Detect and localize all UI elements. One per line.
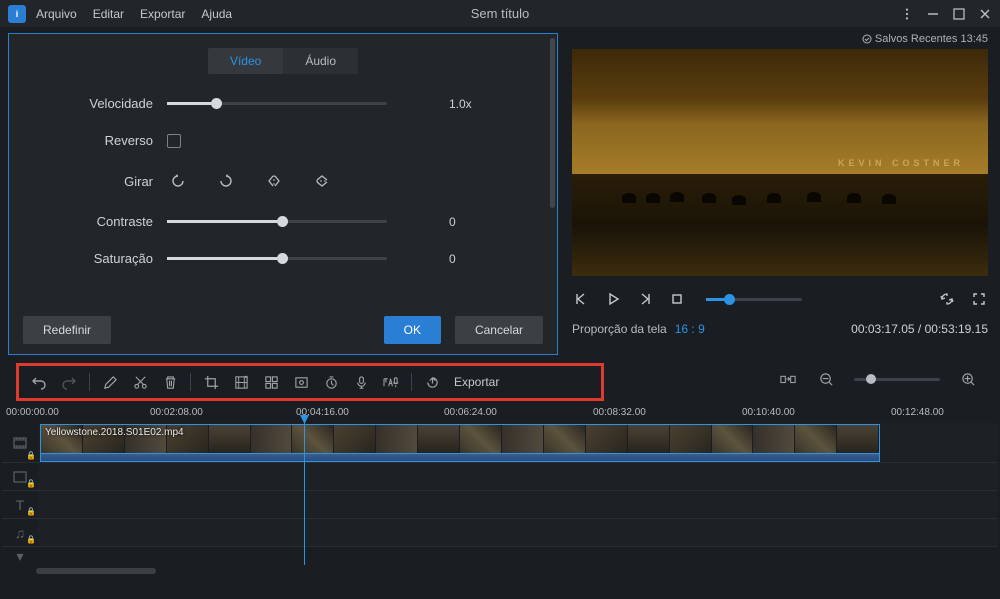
video-preview: KEVIN COSTNER bbox=[572, 49, 988, 276]
saturation-label: Saturação bbox=[27, 251, 167, 266]
clip-audio-wave bbox=[40, 454, 880, 462]
reverse-checkbox[interactable] bbox=[167, 134, 181, 148]
export-label[interactable]: Exportar bbox=[454, 375, 499, 389]
clip-filename: Yellowstone.2018.S01E02.mp4 bbox=[45, 427, 184, 438]
menu-help[interactable]: Ajuda bbox=[201, 7, 232, 21]
playhead[interactable] bbox=[304, 423, 305, 565]
crop-icon[interactable] bbox=[201, 372, 221, 392]
voice-icon[interactable] bbox=[351, 372, 371, 392]
rotate-label: Girar bbox=[27, 174, 167, 189]
fit-icon[interactable] bbox=[778, 369, 798, 389]
volume-slider[interactable] bbox=[706, 298, 802, 301]
aspect-value[interactable]: 16 : 9 bbox=[675, 322, 705, 336]
speed-time-icon[interactable] bbox=[321, 372, 341, 392]
speed-label: Velocidade bbox=[27, 96, 167, 111]
video-track-icon[interactable]: 🔒 bbox=[2, 423, 38, 463]
title-bar: i Arquivo Editar Exportar Ajuda Sem títu… bbox=[0, 0, 1000, 27]
preview-credit-text: KEVIN COSTNER bbox=[838, 158, 964, 168]
more-icon[interactable] bbox=[900, 7, 914, 21]
delete-icon[interactable] bbox=[160, 372, 180, 392]
ruler-tick: 00:00:00.00 bbox=[6, 407, 59, 418]
saved-status: Salvos Recentes 13:45 bbox=[572, 33, 988, 45]
reverse-label: Reverso bbox=[27, 133, 167, 148]
cut-icon[interactable] bbox=[130, 372, 150, 392]
collapse-tracks-icon[interactable]: ▾ bbox=[2, 547, 38, 565]
reset-button[interactable]: Redefinir bbox=[23, 316, 111, 344]
overlay-track[interactable] bbox=[38, 463, 998, 491]
text-track[interactable] bbox=[38, 491, 998, 519]
timeline-scrollbar[interactable] bbox=[2, 567, 998, 575]
zoom-in-icon[interactable] bbox=[958, 369, 978, 389]
fullscreen-icon[interactable] bbox=[970, 290, 988, 308]
document-title: Sem título bbox=[471, 6, 530, 21]
text-track-icon[interactable]: T🔒 bbox=[2, 491, 38, 519]
ruler-tick: 00:06:24.00 bbox=[444, 407, 497, 418]
ruler-tick: 00:02:08.00 bbox=[150, 407, 203, 418]
saturation-slider[interactable] bbox=[167, 257, 387, 260]
time-ruler[interactable]: 00:00:00.00 00:02:08.00 00:04:16.00 00:0… bbox=[2, 407, 998, 423]
video2-track-icon[interactable]: 🔒 bbox=[2, 463, 38, 491]
contrast-value: 0 bbox=[449, 215, 456, 229]
timecode: 00:03:17.05 / 00:53:19.15 bbox=[851, 322, 988, 336]
tab-audio[interactable]: Áudio bbox=[283, 48, 358, 74]
speed-value: 1.0x bbox=[449, 97, 472, 111]
next-frame-button[interactable] bbox=[636, 290, 654, 308]
speed-slider[interactable] bbox=[167, 102, 387, 105]
ruler-tick: 00:12:48.00 bbox=[891, 407, 944, 418]
edit-icon[interactable] bbox=[100, 372, 120, 392]
export-icon[interactable] bbox=[422, 372, 442, 392]
aspect-label: Proporção da tela bbox=[572, 322, 667, 336]
maximize-icon[interactable] bbox=[952, 7, 966, 21]
redo-icon[interactable] bbox=[59, 372, 79, 392]
ok-button[interactable]: OK bbox=[384, 316, 441, 344]
video-clip[interactable]: Yellowstone.2018.S01E02.mp4 bbox=[40, 424, 880, 454]
flip-horizontal-icon[interactable] bbox=[263, 170, 285, 192]
timeline: 00:00:00.00 00:02:08.00 00:04:16.00 00:0… bbox=[0, 403, 1000, 575]
tab-video[interactable]: Vídeo bbox=[208, 48, 283, 74]
close-icon[interactable] bbox=[978, 7, 992, 21]
video-track[interactable]: Yellowstone.2018.S01E02.mp4 bbox=[38, 423, 998, 463]
grid-icon[interactable] bbox=[261, 372, 281, 392]
saturation-value: 0 bbox=[449, 252, 456, 266]
editing-toolbar: Exportar bbox=[16, 363, 604, 401]
main-menu: Arquivo Editar Exportar Ajuda bbox=[36, 7, 232, 21]
pip-icon[interactable] bbox=[291, 372, 311, 392]
contrast-slider[interactable] bbox=[167, 220, 387, 223]
cancel-button[interactable]: Cancelar bbox=[455, 316, 543, 344]
minimize-icon[interactable] bbox=[926, 7, 940, 21]
tts-icon[interactable] bbox=[381, 372, 401, 392]
panel-scrollbar[interactable] bbox=[550, 38, 555, 208]
video-options-panel: Vídeo Áudio Velocidade 1.0x Reverso Gira… bbox=[8, 33, 558, 355]
audio-track-icon[interactable]: ♫🔒 bbox=[2, 519, 38, 547]
ruler-tick: 00:10:40.00 bbox=[742, 407, 795, 418]
zoom-out-icon[interactable] bbox=[816, 369, 836, 389]
mosaic-icon[interactable] bbox=[231, 372, 251, 392]
audio-track[interactable] bbox=[38, 519, 998, 547]
rotate-ccw-icon[interactable] bbox=[167, 170, 189, 192]
rotate-cw-icon[interactable] bbox=[215, 170, 237, 192]
snapshot-icon[interactable] bbox=[938, 290, 956, 308]
app-logo-icon: i bbox=[8, 5, 26, 23]
menu-export[interactable]: Exportar bbox=[140, 7, 185, 21]
stop-button[interactable] bbox=[668, 290, 686, 308]
menu-file[interactable]: Arquivo bbox=[36, 7, 77, 21]
undo-icon[interactable] bbox=[29, 372, 49, 392]
prev-frame-button[interactable] bbox=[572, 290, 590, 308]
flip-vertical-icon[interactable] bbox=[311, 170, 333, 192]
menu-edit[interactable]: Editar bbox=[93, 7, 124, 21]
ruler-tick: 00:08:32.00 bbox=[593, 407, 646, 418]
play-button[interactable] bbox=[604, 290, 622, 308]
contrast-label: Contraste bbox=[27, 214, 167, 229]
zoom-slider[interactable] bbox=[854, 378, 940, 381]
